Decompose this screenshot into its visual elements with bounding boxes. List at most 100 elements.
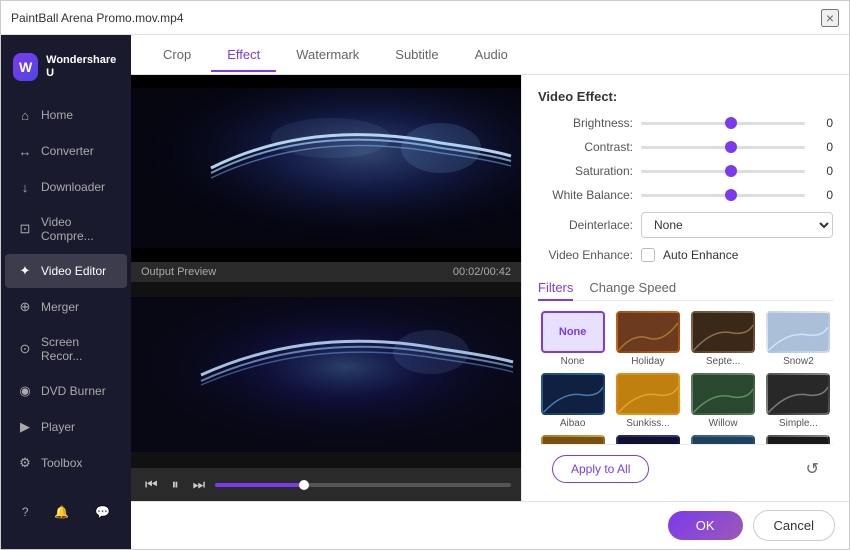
brightness-label: Brightness:	[538, 116, 633, 130]
sidebar-item-label: Downloader	[41, 180, 105, 194]
filter-sunkissed-thumb	[616, 373, 680, 415]
white-balance-thumb	[725, 189, 737, 201]
close-button[interactable]: ×	[821, 9, 839, 27]
editor-body: Output Preview 00:02/00:42	[131, 75, 849, 501]
filter-bwno[interactable]: BW No...	[764, 435, 833, 444]
brightness-row: Brightness: 0	[538, 116, 833, 130]
sidebar-item-merger[interactable]: ⊕ Merger	[5, 290, 127, 324]
ok-button[interactable]: OK	[668, 511, 743, 540]
logo-icon: W	[13, 53, 38, 81]
progress-fill	[215, 483, 304, 487]
filters-grid: None None Holiday	[538, 311, 833, 444]
filter-simple[interactable]: Simple...	[764, 373, 833, 429]
filter-retro[interactable]: Retro	[538, 435, 607, 444]
tab-audio[interactable]: Audio	[459, 39, 524, 72]
filter-action-bar: Apply to All ↺	[538, 444, 833, 487]
sidebar-item-label: Video Compre...	[41, 215, 115, 243]
filter-simple-thumb	[766, 373, 830, 415]
brightness-thumb	[725, 117, 737, 129]
saturation-label: Saturation:	[538, 164, 633, 178]
sidebar-item-converter[interactable]: ↔ Converter	[5, 134, 127, 168]
filter-raindrop[interactable]: RainDr...	[689, 435, 758, 444]
filter-retro-thumb	[541, 435, 605, 444]
sidebar-notifications-button[interactable]: 🔔	[48, 499, 75, 525]
filter-none-thumb: None	[541, 311, 605, 353]
progress-thumb	[299, 480, 309, 490]
filter-simple-label: Simple...	[779, 418, 818, 429]
white-balance-row: White Balance: 0	[538, 188, 833, 202]
filter-holiday[interactable]: Holiday	[613, 311, 682, 367]
notifications-icon: 🔔	[54, 505, 69, 519]
tab-subtitle[interactable]: Subtitle	[379, 39, 454, 72]
filter-snow2-thumb	[766, 311, 830, 353]
sidebar-help-button[interactable]: ?	[16, 499, 35, 525]
contrast-row: Contrast: 0	[538, 140, 833, 154]
sidebar-item-video-editor[interactable]: ✦ Video Editor	[5, 254, 127, 288]
video-enhance-label: Video Enhance:	[538, 248, 633, 262]
contrast-thumb	[725, 141, 737, 153]
video-compressor-icon: ⊡	[17, 221, 33, 237]
sidebar-item-dvd-burner[interactable]: ◉ DVD Burner	[5, 374, 127, 408]
saturation-value: 0	[813, 164, 833, 178]
help-icon: ?	[22, 505, 29, 519]
filter-sunkissed[interactable]: Sunkiss...	[613, 373, 682, 429]
filter-aibao-thumb	[541, 373, 605, 415]
filter-snow2-label: Snow2	[783, 356, 814, 367]
video-effect-title: Video Effect:	[538, 89, 833, 104]
feedback-icon: 💬	[95, 505, 110, 519]
rewind-button[interactable]: ⏮	[141, 474, 162, 495]
sidebar-item-toolbox[interactable]: ⚙ Toolbox	[5, 446, 127, 480]
saturation-slider[interactable]	[641, 170, 805, 173]
white-balance-slider[interactable]	[641, 194, 805, 197]
sidebar-item-label: Screen Recor...	[41, 335, 115, 363]
main-layout: W Wondershare U ⌂ Home ↔ Converter ↓ Dow…	[1, 35, 849, 549]
brightness-value: 0	[813, 116, 833, 130]
filter-snow2[interactable]: Snow2	[764, 311, 833, 367]
content-area: Crop Effect Watermark Subtitle Audio	[131, 35, 849, 549]
filter-september[interactable]: Septe...	[689, 311, 758, 367]
sidebar-item-video-compressor[interactable]: ⊡ Video Compre...	[5, 206, 127, 252]
apply-to-all-button[interactable]: Apply to All	[552, 455, 649, 483]
output-label: Output Preview	[141, 266, 216, 278]
sidebar-item-label: DVD Burner	[41, 384, 106, 398]
filter-raindrop-thumb	[691, 435, 755, 444]
cancel-button[interactable]: Cancel	[753, 510, 835, 541]
brightness-slider[interactable]	[641, 122, 805, 125]
video-frame-bottom	[131, 297, 521, 452]
filter-tab-speed[interactable]: Change Speed	[589, 276, 676, 301]
filter-none-label: None	[561, 356, 585, 367]
title-bar: PaintBall Arena Promo.mov.mp4 ×	[1, 1, 849, 35]
tab-watermark[interactable]: Watermark	[280, 39, 375, 72]
tab-bar: Crop Effect Watermark Subtitle Audio	[131, 35, 849, 75]
video-editor-icon: ✦	[17, 263, 33, 279]
contrast-slider[interactable]	[641, 146, 805, 149]
video-controls: ⏮ ⏸ ⏭	[131, 468, 521, 501]
play-pause-button[interactable]: ⏸	[168, 474, 183, 495]
fast-forward-button[interactable]: ⏭	[189, 474, 210, 495]
sidebar-item-screen-recorder[interactable]: ⊙ Screen Recor...	[5, 326, 127, 372]
sidebar-item-player[interactable]: ▶ Player	[5, 410, 127, 444]
filter-glow[interactable]: Glow	[613, 435, 682, 444]
filter-tab-filters[interactable]: Filters	[538, 276, 573, 301]
deinterlace-select[interactable]: None Blend Bob Discard	[641, 212, 833, 238]
sidebar-item-label: Video Editor	[41, 264, 106, 278]
sidebar-item-home[interactable]: ⌂ Home	[5, 98, 127, 132]
tab-crop[interactable]: Crop	[147, 39, 207, 72]
downloader-icon: ↓	[17, 179, 33, 195]
filter-none[interactable]: None None	[538, 311, 607, 367]
filter-willow-label: Willow	[709, 418, 738, 429]
screen-recorder-icon: ⊙	[17, 341, 33, 357]
filter-willow[interactable]: Willow	[689, 373, 758, 429]
filter-aibao[interactable]: Aibao	[538, 373, 607, 429]
auto-enhance-checkbox[interactable]	[641, 248, 655, 262]
deinterlace-row: Deinterlace: None Blend Bob Discard	[538, 212, 833, 238]
right-panel: Video Effect: Brightness: 0 Contrast:	[521, 75, 849, 501]
tab-effect[interactable]: Effect	[211, 39, 276, 72]
filter-holiday-label: Holiday	[631, 356, 664, 367]
sidebar-feedback-button[interactable]: 💬	[89, 499, 116, 525]
title-bar-left: PaintBall Arena Promo.mov.mp4	[11, 11, 184, 25]
progress-bar[interactable]	[215, 483, 511, 487]
sidebar-item-downloader[interactable]: ↓ Downloader	[5, 170, 127, 204]
dvd-burner-icon: ◉	[17, 383, 33, 399]
reset-filter-button[interactable]: ↺	[806, 459, 819, 479]
